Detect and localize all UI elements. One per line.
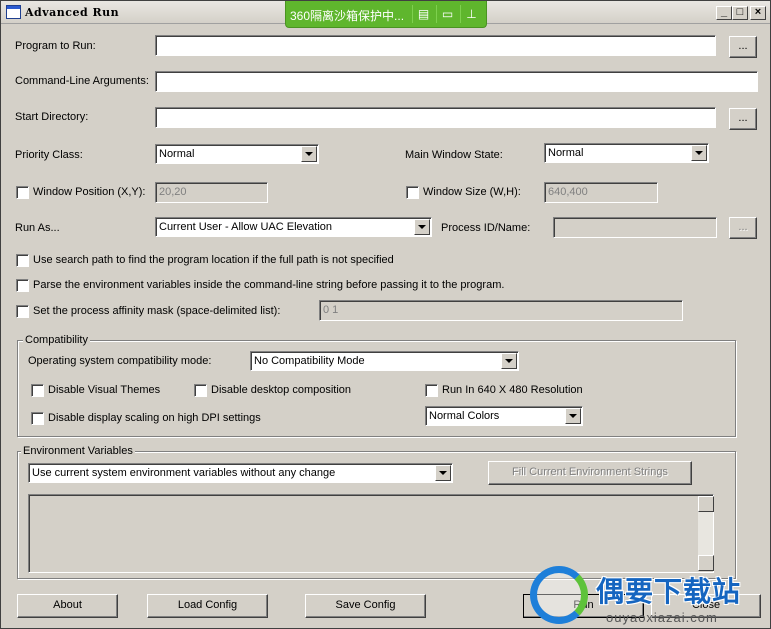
searchpath-label: Use search path to find the program loca… bbox=[33, 254, 394, 266]
watermark-title: 偶要下载站 bbox=[596, 575, 742, 608]
winpos-label: Window Position (X,Y): bbox=[33, 186, 146, 198]
priority-select[interactable]: Normal bbox=[155, 144, 319, 164]
app-window-icon bbox=[6, 5, 21, 19]
affinity-checkbox[interactable] bbox=[16, 305, 29, 318]
compatibility-title: Compatibility bbox=[23, 334, 90, 346]
browse-startdir-button[interactable]: ... bbox=[729, 108, 757, 130]
winsize-label: Window Size (W,H): bbox=[423, 186, 521, 198]
window-title: Advanced Run bbox=[25, 6, 120, 19]
winsize-checkbox[interactable] bbox=[406, 186, 419, 199]
browse-process-button[interactable]: ... bbox=[729, 217, 757, 239]
pid-input[interactable] bbox=[553, 217, 717, 238]
resolution-checkbox[interactable] bbox=[425, 384, 438, 397]
watermark-url: ouyaoxiazai.com bbox=[606, 610, 718, 625]
browse-program-button[interactable]: ... bbox=[729, 36, 757, 58]
chevron-down-icon[interactable] bbox=[691, 145, 707, 161]
args-label: Command-Line Arguments: bbox=[15, 75, 149, 87]
winpos-input[interactable]: 20,20 bbox=[155, 182, 268, 203]
chevron-down-icon[interactable] bbox=[414, 219, 430, 235]
pid-label: Process ID/Name: bbox=[441, 222, 531, 234]
resolution-label: Run In 640 X 480 Resolution bbox=[442, 384, 583, 396]
args-input[interactable] bbox=[155, 71, 758, 92]
startdir-input[interactable] bbox=[155, 107, 716, 128]
winstate-label: Main Window State: bbox=[405, 149, 503, 161]
winstate-select[interactable]: Normal bbox=[544, 143, 709, 163]
minimize-button[interactable]: _ bbox=[716, 6, 732, 20]
dpi-checkbox[interactable] bbox=[31, 412, 44, 425]
themes-label: Disable Visual Themes bbox=[48, 384, 161, 396]
about-button[interactable]: About bbox=[17, 594, 118, 618]
desktop-comp-checkbox[interactable] bbox=[194, 384, 207, 397]
env-mode-select[interactable]: Use current system environment variables… bbox=[28, 463, 453, 483]
affinity-input[interactable]: 0 1 bbox=[319, 300, 683, 321]
sandbox-status-text: 360隔离沙箱保护中... bbox=[290, 9, 405, 23]
priority-label: Priority Class: bbox=[15, 149, 83, 161]
runas-select[interactable]: Current User - Allow UAC Elevation bbox=[155, 217, 432, 237]
chevron-down-icon[interactable] bbox=[301, 146, 317, 162]
affinity-label: Set the process affinity mask (space-del… bbox=[33, 305, 281, 317]
program-input[interactable] bbox=[155, 35, 716, 56]
startdir-label: Start Directory: bbox=[15, 111, 89, 123]
chevron-down-icon[interactable] bbox=[501, 353, 517, 369]
scroll-up-icon[interactable] bbox=[698, 496, 714, 512]
load-config-button[interactable]: Load Config bbox=[147, 594, 268, 618]
winpos-checkbox[interactable] bbox=[16, 186, 29, 199]
fill-env-button[interactable]: Fill Current Environment Strings bbox=[488, 461, 692, 485]
os-compat-label: Operating system compatibility mode: bbox=[28, 355, 212, 367]
desktop-comp-label: Disable desktop composition bbox=[211, 384, 352, 396]
environment-title: Environment Variables bbox=[21, 445, 135, 457]
folder-icon[interactable]: ▭ bbox=[436, 5, 458, 23]
searchpath-checkbox[interactable] bbox=[16, 254, 29, 267]
save-config-button[interactable]: Save Config bbox=[305, 594, 426, 618]
themes-checkbox[interactable] bbox=[31, 384, 44, 397]
close-window-button[interactable]: × bbox=[750, 6, 766, 20]
chevron-down-icon[interactable] bbox=[435, 465, 451, 481]
chevron-down-icon[interactable] bbox=[565, 408, 581, 424]
parseenv-label: Parse the environment variables inside t… bbox=[33, 279, 505, 291]
dpi-label: Disable display scaling on high DPI sett… bbox=[48, 412, 261, 424]
sandbox-banner[interactable]: 360隔离沙箱保护中... ▤ ▭ ⊥ bbox=[285, 1, 487, 28]
pin-icon[interactable]: ⊥ bbox=[460, 5, 482, 23]
advanced-run-window: Advanced Run _ □ × 360隔离沙箱保护中... ▤ ▭ ⊥ P… bbox=[0, 0, 771, 629]
winsize-input[interactable]: 640,400 bbox=[544, 182, 658, 203]
sandbox-settings-icon[interactable]: ▤ bbox=[412, 5, 434, 23]
runas-label: Run As... bbox=[15, 222, 60, 234]
colors-select[interactable]: Normal Colors bbox=[425, 406, 583, 426]
parseenv-checkbox[interactable] bbox=[16, 279, 29, 292]
maximize-button[interactable]: □ bbox=[732, 6, 748, 20]
os-compat-select[interactable]: No Compatibility Mode bbox=[250, 351, 519, 371]
watermark: 偶要下载站 ouyaoxiazai.com bbox=[520, 560, 771, 629]
watermark-logo-icon bbox=[530, 566, 588, 624]
program-label: Program to Run: bbox=[15, 40, 96, 52]
